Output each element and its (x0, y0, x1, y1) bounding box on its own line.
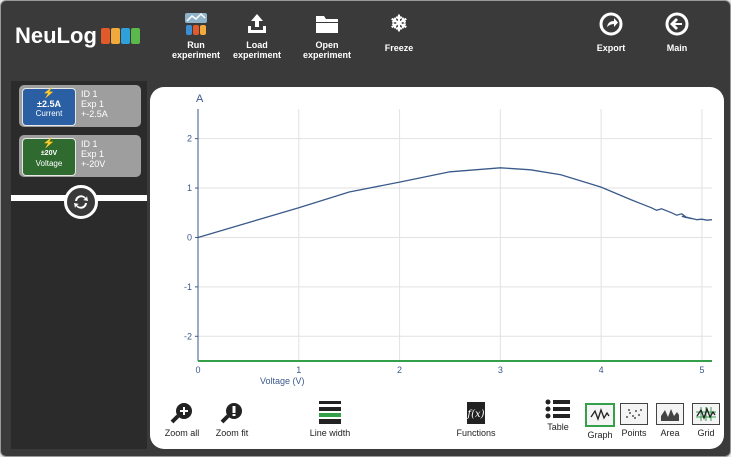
open-experiment-label: Open experiment (302, 40, 352, 60)
table-label: Table (547, 422, 569, 432)
freeze-label: Freeze (384, 43, 414, 53)
open-experiment-button[interactable]: Open experiment (301, 11, 353, 60)
svg-text:f(x): f(x) (466, 409, 484, 420)
load-experiment-button[interactable]: Load experiment (231, 11, 283, 60)
area-label: Area (660, 428, 680, 438)
line-width-button[interactable]: Line width (300, 399, 360, 438)
sensor-current-id: ID 1 (81, 89, 98, 99)
sensor-current-type: Current (35, 109, 63, 118)
x-tick-label: 0 (195, 365, 200, 375)
zoom-all-icon (162, 399, 202, 425)
logo-blocks (100, 28, 140, 44)
neulog-window: NeuLog Run experiment Load experiment Op… (0, 0, 731, 457)
main-label: Main (666, 43, 688, 53)
sensor-current-info: ID 1 Exp 1 +-2.5A (81, 89, 108, 119)
line-width-label: Line width (309, 428, 351, 438)
snowflake-icon: ❄ (389, 11, 409, 36)
sensor-voltage-info: ID 1 Exp 1 +-20V (81, 139, 105, 169)
sensor-current-exp: Exp 1 (81, 99, 105, 109)
x-tick-label: 4 (599, 365, 604, 375)
swap-icon (74, 195, 88, 209)
run-experiment-button[interactable]: Run experiment (170, 11, 222, 60)
sensor-current-info-range: +-2.5A (81, 109, 108, 119)
sensor-voltage[interactable]: ⚡ ±20V Voltage ID 1 Exp 1 +-20V (19, 135, 141, 177)
graph-view-button[interactable]: Graph (583, 403, 617, 440)
y-tick-label: -1 (184, 282, 192, 292)
run-experiment-label: Run experiment (171, 40, 221, 60)
zoom-fit-icon (212, 399, 252, 425)
sensor-voltage-range: ±20V (40, 150, 58, 157)
upload-icon (231, 11, 283, 37)
list-icon (545, 399, 571, 419)
logo-text: NeuLog (15, 23, 97, 48)
zoom-all-label: Zoom all (164, 428, 200, 438)
grid-icon (692, 403, 720, 425)
export-label: Export (596, 43, 626, 53)
function-icon: f(x) (452, 399, 500, 425)
current-vs-voltage-line (197, 167, 713, 239)
y-tick-label: 0 (187, 232, 192, 242)
sensor-voltage-tile: ⚡ ±20V Voltage (22, 138, 76, 176)
area-view-button[interactable]: Area (653, 403, 687, 438)
graph-panel: 0 1 2 3 4 5 -2 -1 0 1 2 A Voltage (V) Zoom all Zoo… (150, 87, 724, 449)
line-chart[interactable]: 0 1 2 3 4 5 -2 -1 0 1 2 A Voltage (V) (150, 87, 724, 387)
sensor-current-tile: ⚡ ±2.5A Current (22, 88, 76, 126)
freeze-button[interactable]: ❄ Freeze (377, 11, 421, 54)
lightning-icon: ⚡ (42, 88, 56, 99)
sensor-current[interactable]: ⚡ ±2.5A Current ID 1 Exp 1 +-2.5A (19, 85, 141, 127)
y-tick-label: -2 (184, 331, 192, 341)
sensor-current-range: ±2.5A (37, 99, 61, 109)
x-tick-label: 2 (397, 365, 402, 375)
neulog-logo: NeuLog (15, 23, 140, 49)
sensor-panel: ⚡ ±2.5A Current ID 1 Exp 1 +-2.5A ⚡ ±20V… (11, 81, 147, 449)
folder-icon (301, 11, 353, 37)
sensor-voltage-info-range: +-20V (81, 159, 106, 169)
export-button[interactable]: Export (589, 11, 633, 53)
back-arrow-icon (655, 11, 699, 37)
run-experiment-icon (170, 11, 222, 37)
zoom-all-button[interactable]: Zoom all (162, 399, 202, 438)
sensor-voltage-type: Voltage (35, 159, 63, 168)
x-tick-label: 3 (498, 365, 503, 375)
grid-view-button[interactable]: Grid (689, 403, 723, 438)
y-tick-label: 2 (187, 134, 192, 144)
swap-axes-button[interactable] (64, 185, 98, 219)
x-tick-label: 5 (699, 365, 704, 375)
area-icon (656, 403, 684, 425)
line-width-icon (300, 399, 360, 425)
y-axis-label: A (196, 93, 204, 105)
x-tick-label: 1 (296, 365, 301, 375)
points-label: Points (621, 428, 647, 438)
load-experiment-label: Load experiment (232, 40, 282, 60)
graph-icon (585, 403, 615, 427)
x-axis-label: Voltage (V) (260, 376, 305, 386)
functions-label: Functions (456, 428, 496, 438)
zoom-fit-button[interactable]: Zoom fit (212, 399, 252, 438)
main-button[interactable]: Main (655, 11, 699, 53)
sensor-voltage-exp: Exp 1 (81, 149, 105, 159)
sensor-voltage-id: ID 1 (81, 139, 98, 149)
table-view-button[interactable]: Table (541, 399, 575, 432)
graph-label: Graph (587, 430, 613, 440)
points-icon (620, 403, 648, 425)
points-view-button[interactable]: Points (617, 403, 651, 438)
lightning-icon: ⚡ (42, 138, 56, 149)
export-icon (589, 11, 633, 37)
zoom-fit-label: Zoom fit (215, 428, 249, 438)
functions-button[interactable]: f(x) Functions (452, 399, 500, 438)
grid-label: Grid (697, 428, 715, 438)
y-tick-label: 1 (187, 183, 192, 193)
